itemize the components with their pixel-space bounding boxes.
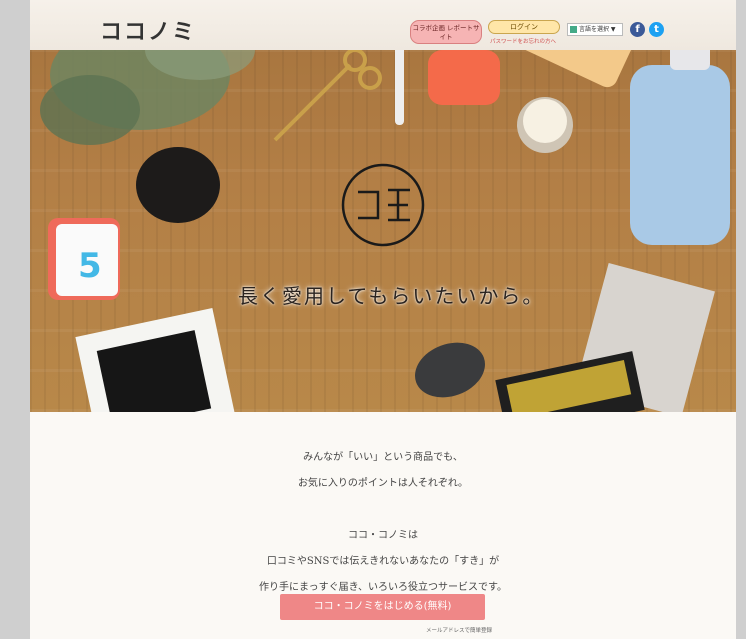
brand-mark-icon: [341, 163, 425, 247]
start-free-button[interactable]: ココ・コノミをはじめる(無料): [280, 594, 485, 620]
bottle-decoration: [630, 65, 730, 245]
scissors-decoration: [273, 48, 382, 142]
intro-line: [30, 497, 736, 523]
site-header: ココノミ コラボ企画 レポートサイト ログイン パスワードをお忘れの方へ 言語を…: [30, 0, 736, 50]
soap-decoration: [415, 342, 485, 398]
login-button[interactable]: ログイン: [488, 20, 560, 34]
email-signup-link[interactable]: メールアドレスで簡単登録: [426, 626, 492, 634]
facebook-icon[interactable]: f: [630, 22, 645, 37]
translate-icon: [570, 26, 577, 33]
jar-decoration: [136, 147, 220, 223]
intro-line: お気に入りのポイントは人それぞれ。: [297, 478, 469, 489]
notebook-decoration: [75, 307, 236, 412]
hero-tagline: 長く愛用してもらいたいから。: [238, 284, 545, 308]
page: 5 長く愛用してもらいたいから。 ココノミ コラボ企画 レポートサイト ログイン…: [30, 0, 736, 639]
intro-line: 口コミやSNSでは伝えきれないあなたの「すき」が: [266, 556, 500, 567]
twitter-icon[interactable]: t: [649, 22, 664, 37]
intro-line: ココ・コノミは: [348, 530, 418, 541]
collab-report-button[interactable]: コラボ企画 レポートサイト: [410, 20, 482, 44]
site-logo[interactable]: ココノミ: [100, 14, 196, 46]
calendar-number: 5: [78, 246, 102, 286]
intro-text: みんなが「いい」という商品でも、 お気に入りのポイントは人それぞれ。 ココ・コノ…: [30, 445, 736, 601]
forgot-password-link[interactable]: パスワードをお忘れの方へ: [490, 37, 556, 45]
orange-container: [428, 50, 500, 105]
intro-line: みんなが「いい」という商品でも、: [303, 452, 463, 463]
language-select-label: 言語を選択 ▼: [579, 26, 616, 33]
language-select[interactable]: 言語を選択 ▼: [567, 23, 623, 36]
hero-image: 5 長く愛用してもらいたいから。: [30, 0, 736, 412]
